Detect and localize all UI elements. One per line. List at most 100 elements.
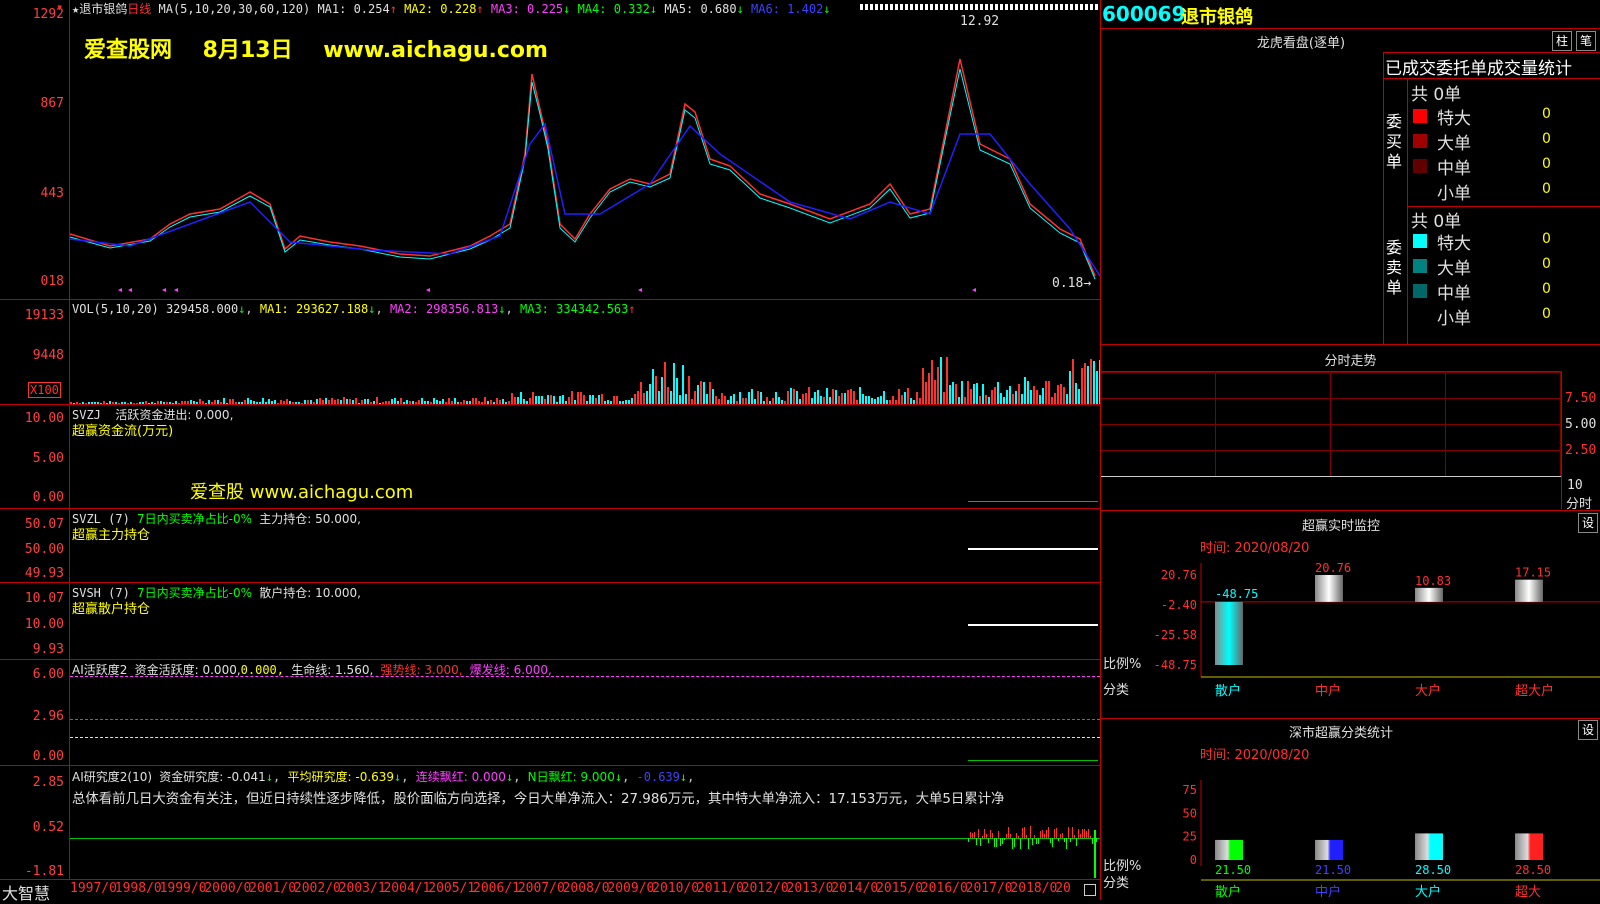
volume-bar [550,395,552,404]
lhb-title: 龙虎看盘(逐单) [1256,36,1346,51]
histogram-bar [1084,829,1085,838]
ai1-tick: 0.00 [32,749,64,764]
stat-bar-label: 28.50 [1415,863,1451,877]
volume-bar [448,398,450,404]
stat-tick: 25 [1183,830,1197,844]
histogram-bar [1026,835,1027,838]
histogram-bar [1082,829,1083,838]
price-line-2 [70,68,1096,280]
stat-bar[interactable] [1415,833,1443,860]
stat-chart[interactable]: 75 50 25 0 比例% 分类 21.50 散户 21.50 中户 28.50 大户 28.50 超大 [1101,760,1600,900]
histogram-bar [1012,838,1013,849]
monitor-bar[interactable] [1315,575,1343,602]
volume-bar [1084,363,1086,404]
volume-bar [961,381,963,404]
volume-bar [868,396,870,404]
ai1-axis: 6.00 2.96 0.00 [0,660,70,765]
price-chart[interactable] [70,14,1100,299]
order-size-label: 特大 [1437,109,1471,129]
volume-bar [739,392,741,404]
volume-bar [1045,381,1047,404]
volume-bar [241,402,243,404]
volume-bar [394,398,396,404]
volume-bar [853,391,855,404]
monitor-bar[interactable] [1415,587,1443,602]
monitor-chart[interactable]: 20.76 -2.40 -25.58 -48.75 比例% 分类 -48.75 散户 20.76… [1101,555,1600,715]
volume-bar [1030,390,1032,404]
volume-chart[interactable] [70,318,1100,404]
volume-bar [919,398,921,404]
volume-bar [616,396,618,404]
year-tick: 2004/1 [383,881,431,896]
svzl-tick: 50.07 [24,517,64,532]
svzj-tick: 0.00 [32,490,64,505]
scroll-handle-icon[interactable] [1084,884,1096,896]
histogram-bar [998,831,999,838]
volume-bar [175,401,177,404]
monitor-bar-label: 10.83 [1415,574,1451,588]
volume-bar [832,389,834,404]
volume-bar [712,389,714,404]
stat-settings-button[interactable]: 设 [1578,720,1598,740]
volume-bar [577,392,579,404]
volume-bar [976,383,978,404]
volume-bar [430,402,432,404]
stat-xlabel: 分类 [1103,876,1129,891]
vol-unit-badge[interactable]: X100 [28,382,61,398]
monitor-bar[interactable] [1215,601,1243,665]
volume-bar [655,376,657,404]
volume-bar [388,401,390,404]
volume-bar [457,402,459,404]
monitor-bar[interactable] [1515,579,1543,602]
volume-bar [247,398,249,404]
volume-bar [871,398,873,404]
price-axis: 1292 867 443 018 [0,0,70,299]
volume-bar [892,396,894,404]
volume-bar [778,397,780,404]
histogram-bar [1010,834,1011,838]
stat-category: 大户 [1415,884,1441,900]
volume-bar [1012,394,1014,404]
order-count: 0 [1542,181,1551,197]
volume-bar [700,381,702,404]
volume-bar [262,398,264,404]
volume-bar [757,391,759,404]
volume-bar [619,401,621,404]
bar-mode-button[interactable]: 柱 [1552,31,1572,51]
volume-bar [877,397,879,404]
volume-bar [316,399,318,404]
monitor-settings-button[interactable]: 设 [1578,513,1598,533]
stat-bar[interactable] [1215,839,1243,860]
volume-bar [235,402,237,404]
ai2-extra: -0.639 [636,770,680,784]
volume-bar [664,362,666,404]
stat-bar[interactable] [1315,839,1343,860]
volume-bar [337,399,339,404]
tick-mode-button[interactable]: 笔 [1576,31,1596,51]
volume-bar [637,391,639,404]
volume-bar [1060,384,1062,404]
ai2-tick: 2.85 [32,775,64,790]
histogram-bar [1074,835,1075,838]
volume-bar [754,399,756,404]
stat-bar-label: 28.50 [1515,863,1551,877]
volume-bar [823,397,825,404]
volume-bar [412,401,414,404]
volume-bar [673,363,675,404]
volume-bar [382,402,384,404]
svsh-label: 散户持仓: 10.000, [259,586,361,600]
svzj-axis: 10.00 5.00 0.00 [0,405,70,508]
strong-line [70,719,1100,720]
ai1-activity-2: 0.000, [240,663,285,677]
volume-bar [925,382,927,404]
volume-bar [1096,371,1098,404]
volume-bar [154,403,156,404]
volume-bar [268,399,270,404]
vol-tick: 9448 [32,348,64,363]
fenshi-x-label: 10 [1567,478,1583,493]
order-count: 0 [1542,256,1551,272]
volume-bar [1075,383,1077,404]
stat-bar[interactable] [1515,833,1543,860]
stat-bar-label: 21.50 [1215,863,1251,877]
histogram-bar [1076,838,1077,846]
